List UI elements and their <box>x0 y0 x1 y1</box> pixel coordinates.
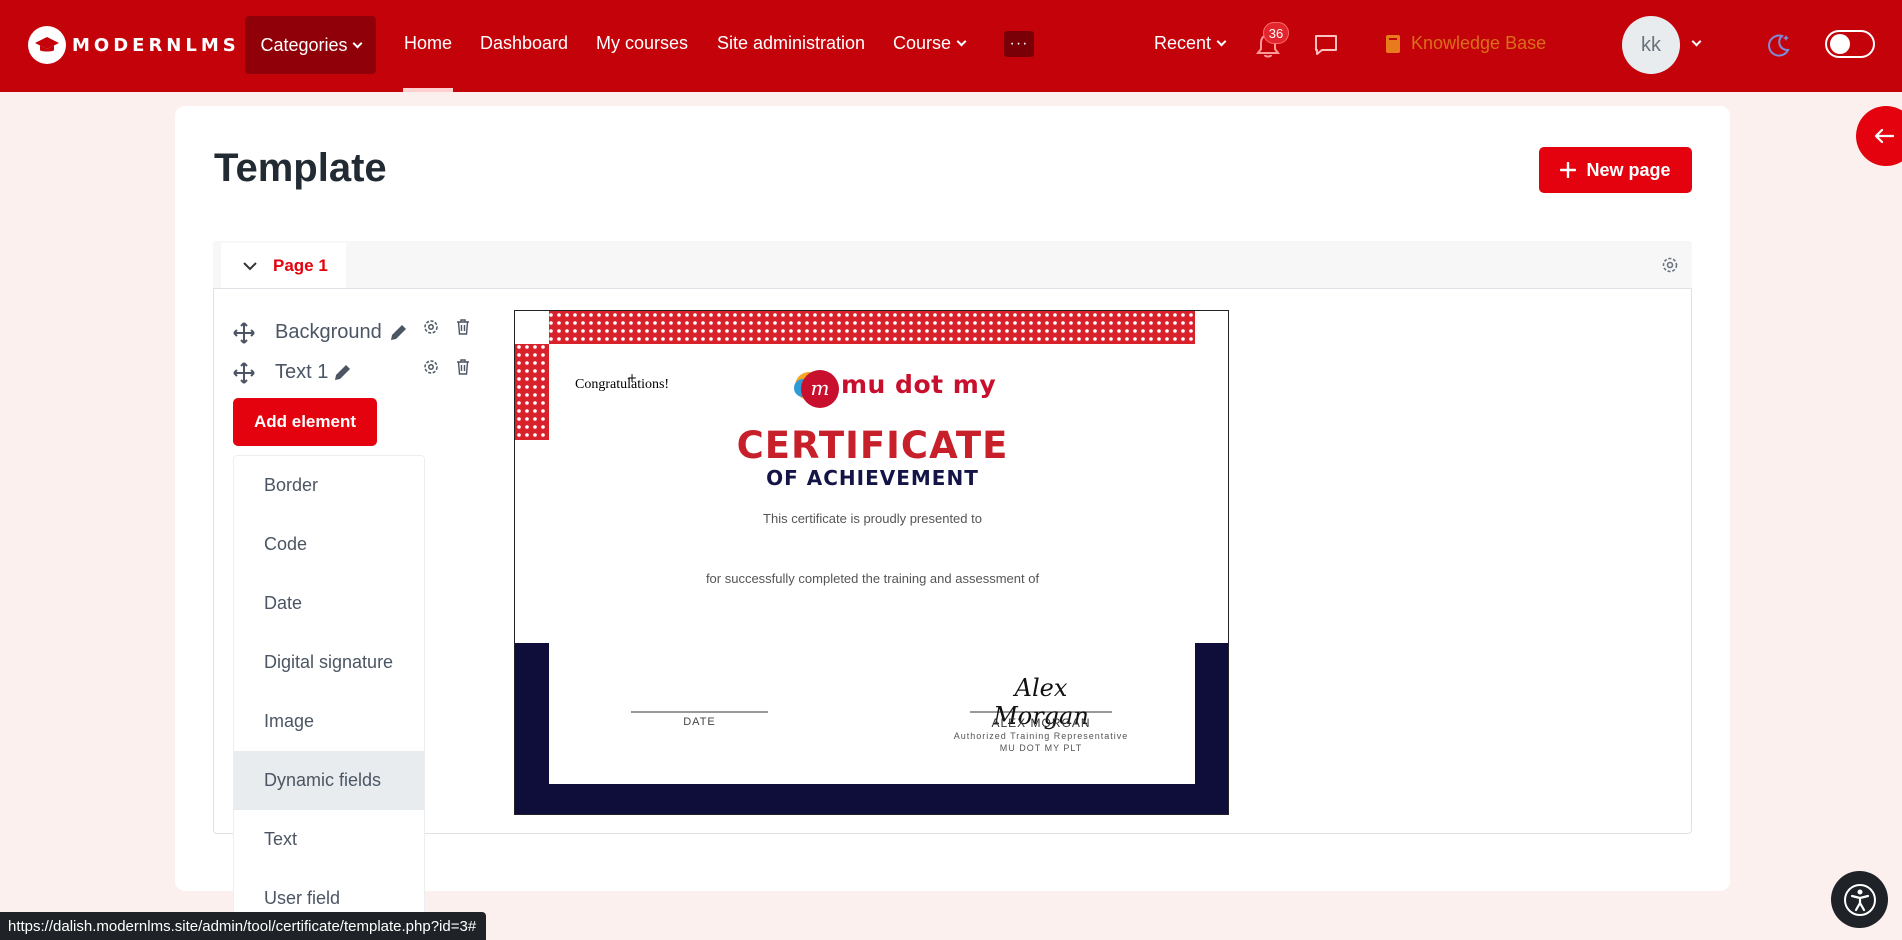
categories-label: Categories <box>260 34 348 55</box>
knowledge-base-label: Knowledge Base <box>1411 33 1547 53</box>
certificate-brand: mu dot my <box>841 370 997 399</box>
knowledge-base-link[interactable]: Knowledge Base <box>1385 33 1546 54</box>
moon-icon <box>1768 34 1790 57</box>
trash-icon <box>457 319 469 335</box>
element-row-text-1: Text 1 <box>233 361 352 384</box>
gear-icon <box>424 360 438 374</box>
menu-item-dynamic-fields[interactable]: Dynamic fields <box>234 751 424 810</box>
page-settings-button[interactable] <box>1661 256 1679 279</box>
messages-button[interactable] <box>1313 33 1339 57</box>
chevron-down-icon <box>956 36 967 47</box>
page-panel-header <box>213 241 1692 289</box>
chat-icon <box>1315 35 1337 55</box>
certificate-preview[interactable]: m Congratulations! + mu dot my CERTIFICA… <box>514 310 1229 815</box>
notification-count-badge: 36 <box>1263 22 1289 44</box>
nav-course-dropdown[interactable]: Course <box>893 33 967 54</box>
element-settings-button[interactable] <box>423 359 439 380</box>
page-title: Template <box>214 146 387 190</box>
element-settings-button[interactable] <box>423 319 439 340</box>
user-menu-chevron-icon[interactable] <box>1691 36 1702 47</box>
certificate-signer-name: ALEX MORGAN <box>991 716 1091 730</box>
toggle-knob <box>1830 34 1850 54</box>
nav-my-courses[interactable]: My courses <box>596 33 688 54</box>
nav-course-label: Course <box>893 33 952 53</box>
nav-active-indicator <box>403 88 453 92</box>
chevron-down-icon <box>1216 36 1227 47</box>
element-type-menu: Border Code Date Digital signature Image… <box>233 455 425 920</box>
menu-item-image[interactable]: Image <box>234 692 424 751</box>
svg-text:m: m <box>811 376 830 400</box>
more-menu-button[interactable]: ··· <box>1004 31 1034 57</box>
nav-site-administration[interactable]: Site administration <box>717 33 865 54</box>
status-bar-url: https://dalish.modernlms.site/admin/tool… <box>0 912 487 940</box>
move-icon[interactable] <box>233 321 255 344</box>
dark-mode-button[interactable] <box>1766 32 1792 58</box>
user-avatar[interactable]: kk <box>1622 16 1680 74</box>
nav-home[interactable]: Home <box>404 33 452 54</box>
element-delete-button[interactable] <box>456 359 470 380</box>
accessibility-button[interactable] <box>1831 871 1888 928</box>
add-element-button[interactable]: Add element <box>233 398 377 446</box>
pencil-icon[interactable] <box>332 363 352 383</box>
certificate-signer-org: MU DOT MY PLT <box>999 743 1083 753</box>
brand-logo-link[interactable]: MODERNLMS <box>28 26 240 64</box>
trash-icon <box>457 359 469 375</box>
certificate-completed-text: for successfully completed the training … <box>705 571 1040 586</box>
chevron-down-icon <box>243 261 257 270</box>
menu-item-border[interactable]: Border <box>234 456 424 515</box>
recent-dropdown[interactable]: Recent <box>1154 33 1227 54</box>
menu-item-date[interactable]: Date <box>234 574 424 633</box>
menu-item-text[interactable]: Text <box>234 810 424 869</box>
certificate-presented-text: This certificate is proudly presented to <box>763 511 982 526</box>
move-icon[interactable] <box>233 361 255 384</box>
chevron-down-icon <box>352 38 362 48</box>
element-row-background: Background <box>233 321 408 344</box>
gear-icon <box>424 320 438 334</box>
certificate-date-label: DATE <box>683 716 716 728</box>
arrow-left-icon <box>1874 128 1894 144</box>
theme-toggle-switch[interactable] <box>1825 30 1875 58</box>
book-icon <box>1386 34 1400 53</box>
accessibility-icon <box>1843 883 1876 916</box>
page-tab[interactable]: Page 1 <box>221 243 346 288</box>
page-tab-label: Page 1 <box>273 255 328 275</box>
open-drawer-button[interactable] <box>1856 106 1902 166</box>
nav-dashboard[interactable]: Dashboard <box>480 33 568 54</box>
element-name: Background <box>275 321 382 343</box>
certificate-signer-role: Authorized Training Representative <box>953 731 1129 741</box>
gear-icon <box>1662 257 1678 273</box>
graduation-cap-icon <box>28 26 66 64</box>
navbar: MODERNLMS Categories Home Dashboard My c… <box>0 0 1902 92</box>
new-page-button[interactable]: New page <box>1539 147 1692 193</box>
certificate-title: CERTIFICATE <box>736 424 1009 467</box>
brand-name: MODERNLMS <box>72 34 240 56</box>
element-name: Text 1 <box>275 361 329 383</box>
recent-label: Recent <box>1154 33 1212 53</box>
element-delete-button[interactable] <box>456 319 470 340</box>
menu-item-code[interactable]: Code <box>234 515 424 574</box>
certificate-subtitle: OF ACHIEVEMENT <box>766 466 979 490</box>
certificate-congrats-text[interactable]: Congratulations! <box>575 377 669 393</box>
pencil-icon[interactable] <box>388 323 408 343</box>
menu-item-digital-signature[interactable]: Digital signature <box>234 633 424 692</box>
categories-dropdown[interactable]: Categories <box>245 16 376 74</box>
plus-icon <box>1560 162 1577 178</box>
new-page-label: New page <box>1586 159 1671 180</box>
crosshair-cursor: + <box>627 371 638 385</box>
